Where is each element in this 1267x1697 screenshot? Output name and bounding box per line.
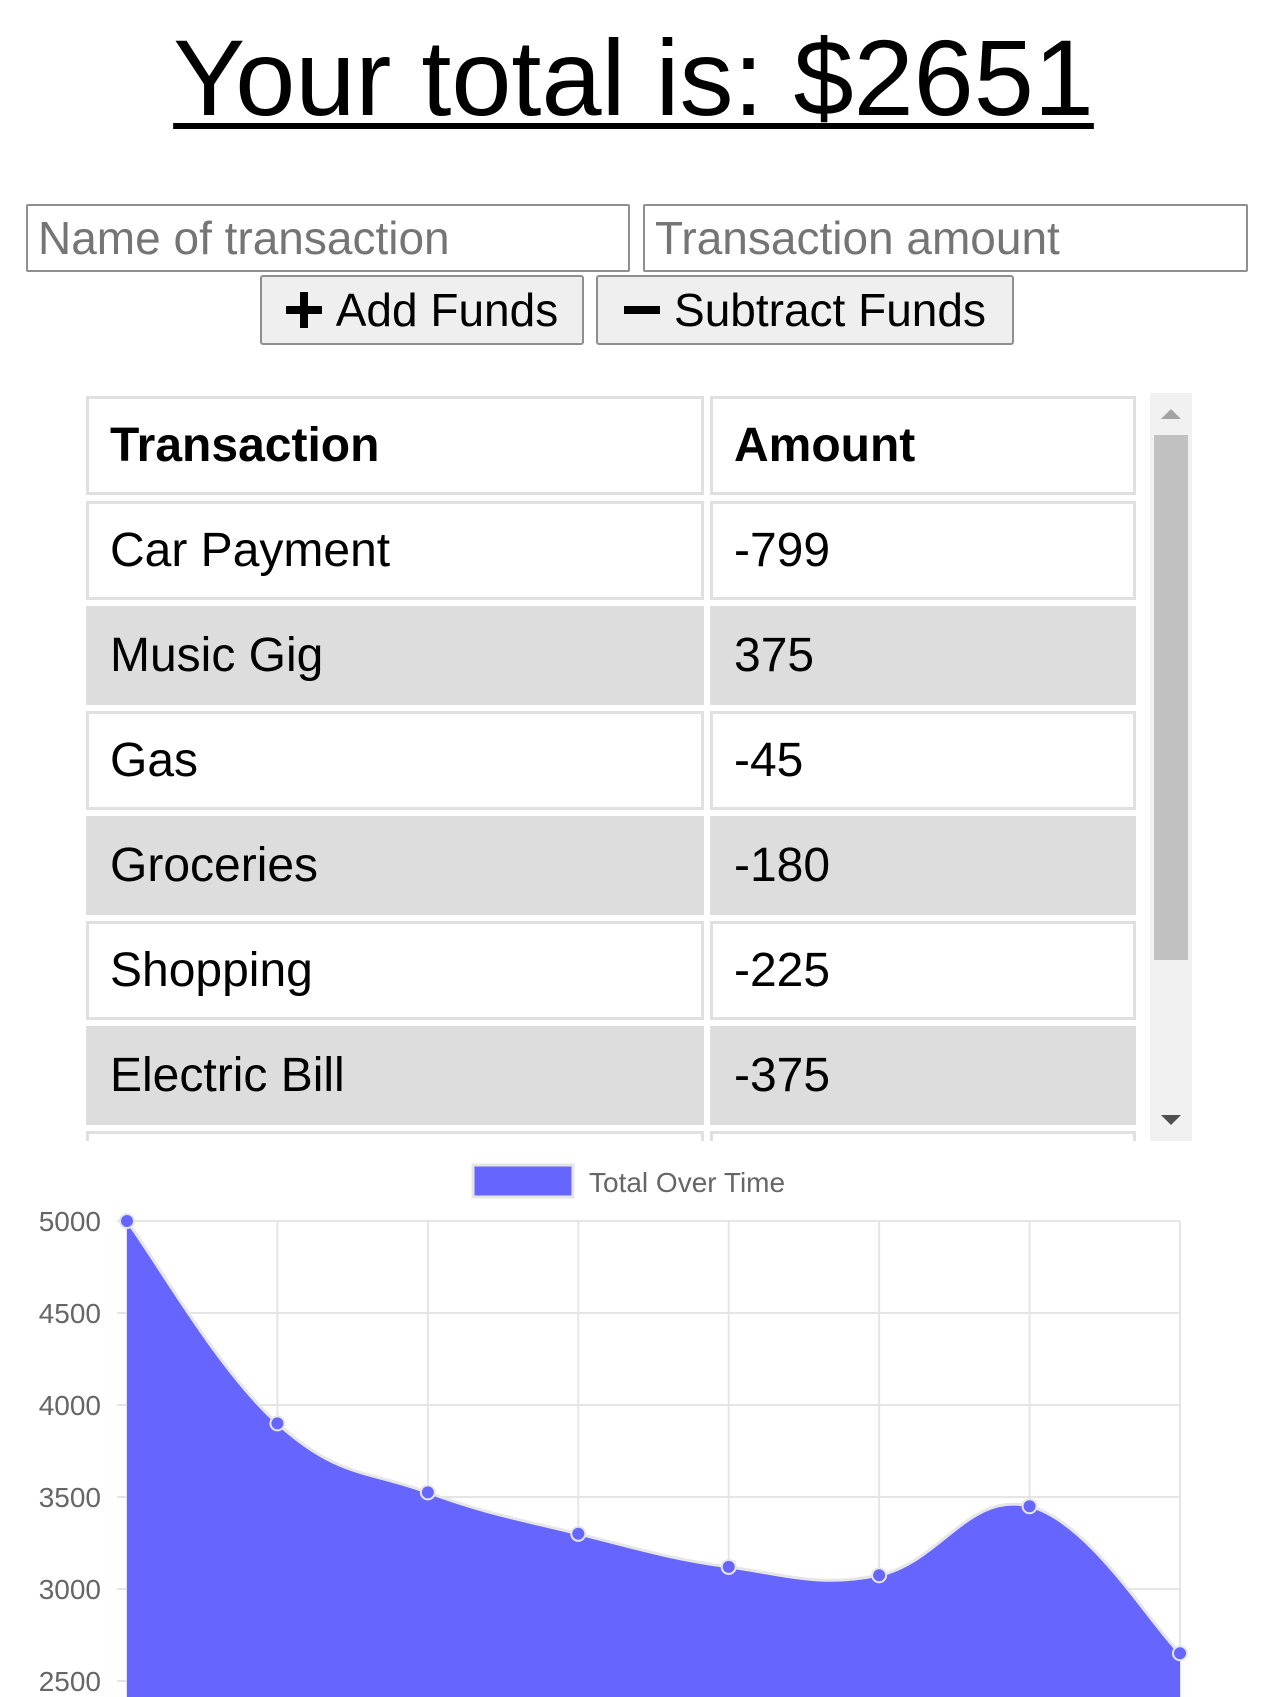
transaction-amount-cell: -799	[710, 501, 1136, 600]
y-tick-label: 4000	[39, 1390, 101, 1421]
transaction-name-cell: Electric Bill	[86, 1026, 704, 1125]
y-tick-label: 5000	[39, 1206, 101, 1237]
series-area-total-over-time	[127, 1221, 1180, 1697]
transaction-name-cell: Gas	[86, 711, 704, 810]
data-point	[1021, 1498, 1038, 1515]
data-point	[269, 1415, 286, 1432]
header-amount: Amount	[710, 396, 1136, 495]
transaction-name-cell: Groceries	[86, 816, 704, 915]
plus-icon	[285, 292, 322, 328]
total-over-time-chart: 5000 4500 4000 3500 3000 2500 Total Over Time	[39, 1163, 1188, 1697]
total-heading: Your total is: $2651	[173, 17, 1094, 138]
y-tick-label: 3000	[39, 1574, 101, 1605]
transaction-name-cell	[86, 1131, 704, 1141]
legend-swatch	[471, 1163, 575, 1199]
transaction-name-cell: Music Gig	[86, 606, 704, 705]
table-row: Shopping -225	[86, 921, 1136, 1020]
transaction-name-input[interactable]	[26, 204, 630, 272]
transaction-name-cell: Shopping	[86, 921, 704, 1020]
table-row: Electric Bill -375	[86, 1026, 1136, 1125]
y-tick-label: 3500	[39, 1482, 101, 1513]
scroll-thumb[interactable]	[1154, 435, 1188, 960]
table-header-row: Transaction Amount	[86, 396, 1136, 495]
table-scrollbar[interactable]	[1150, 393, 1192, 1141]
transaction-amount-input[interactable]	[643, 204, 1248, 272]
transaction-amount-cell	[710, 1131, 1136, 1141]
y-tick-label: 4500	[39, 1298, 101, 1329]
transactions-table-container: Transaction Amount Car Payment -799 Musi…	[86, 393, 1192, 1141]
table-row	[86, 1131, 1136, 1141]
subtract-funds-label: Subtract Funds	[674, 284, 986, 336]
data-point	[1172, 1645, 1188, 1662]
table-row: Car Payment -799	[86, 501, 1136, 600]
transaction-name-cell: Car Payment	[86, 501, 704, 600]
table-row: Music Gig 375	[86, 606, 1136, 705]
y-tick-label: 2500	[39, 1666, 101, 1697]
transaction-amount-cell: -225	[710, 921, 1136, 1020]
add-funds-label: Add Funds	[335, 284, 559, 336]
add-funds-button[interactable]: Add Funds	[260, 275, 584, 345]
transactions-table: Transaction Amount Car Payment -799 Musi…	[86, 393, 1142, 1141]
scroll-down-arrow-icon[interactable]	[1161, 1115, 1181, 1125]
legend-label: Total Over Time	[589, 1167, 785, 1198]
data-point	[119, 1213, 135, 1229]
transaction-amount-cell: -375	[710, 1026, 1136, 1125]
subtract-funds-button[interactable]: Subtract Funds	[596, 275, 1014, 345]
minus-icon	[624, 292, 661, 328]
table-row: Gas -45	[86, 711, 1136, 810]
scroll-up-arrow-icon[interactable]	[1161, 409, 1181, 419]
transaction-amount-cell: -45	[710, 711, 1136, 810]
data-point	[419, 1484, 436, 1501]
data-point	[720, 1558, 737, 1575]
transaction-amount-cell: 375	[710, 606, 1136, 705]
data-point	[570, 1525, 587, 1542]
transaction-amount-cell: -180	[710, 816, 1136, 915]
header-transaction: Transaction	[86, 396, 704, 495]
table-row: Groceries -180	[86, 816, 1136, 915]
data-point	[871, 1567, 888, 1584]
